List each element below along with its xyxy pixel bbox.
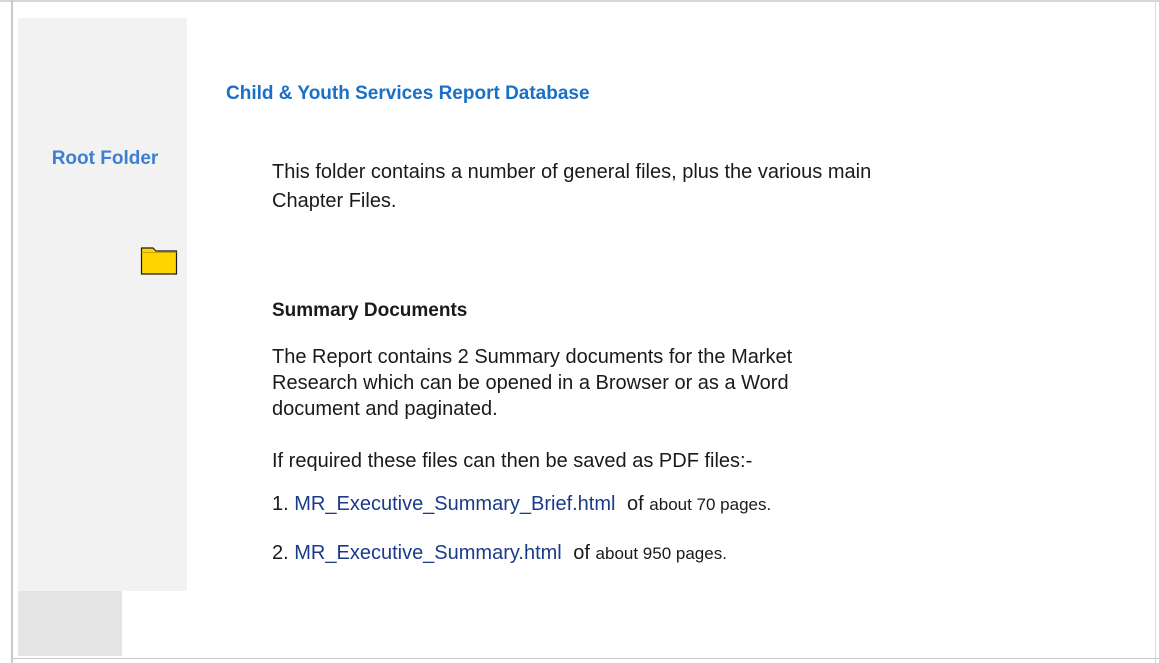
sidebar-lower-panel bbox=[18, 591, 122, 656]
frame-bottom-border bbox=[11, 658, 1159, 659]
section-heading-summary: Summary Documents bbox=[272, 300, 468, 321]
page: Root Folder Child & Youth Services Repor… bbox=[0, 0, 1159, 663]
sidebar-title: Root Folder bbox=[51, 148, 159, 169]
main-content: This folder contains a number of general… bbox=[272, 158, 892, 564]
folder-icon[interactable] bbox=[140, 244, 178, 281]
file-link-executive-summary[interactable]: MR_Executive_Summary.html bbox=[294, 542, 561, 564]
summary-description: The Report contains 2 Summary documents … bbox=[272, 346, 793, 420]
of-label: of bbox=[573, 542, 590, 564]
frame-right-border bbox=[1155, 0, 1156, 663]
page-count: about 950 pages. bbox=[595, 544, 727, 563]
list-number: 1. bbox=[272, 493, 289, 515]
file-list-item: 1. MR_Executive_Summary_Brief.html of ab… bbox=[272, 491, 771, 518]
page-count: about 70 pages. bbox=[649, 495, 772, 514]
frame-top-border bbox=[0, 0, 1159, 2]
list-number: 2. bbox=[272, 542, 289, 564]
file-list-item: 2. MR_Executive_Summary.html of about 95… bbox=[272, 540, 727, 567]
of-label: of bbox=[627, 493, 644, 515]
intro-text: This folder contains a number of general… bbox=[272, 161, 872, 212]
page-title: Child & Youth Services Report Database bbox=[226, 83, 590, 104]
pdf-instruction: If required these files can then be save… bbox=[272, 450, 753, 472]
file-link-executive-summary-brief[interactable]: MR_Executive_Summary_Brief.html bbox=[294, 493, 615, 515]
sidebar: Root Folder bbox=[18, 18, 187, 591]
frame-left-border bbox=[11, 0, 13, 663]
